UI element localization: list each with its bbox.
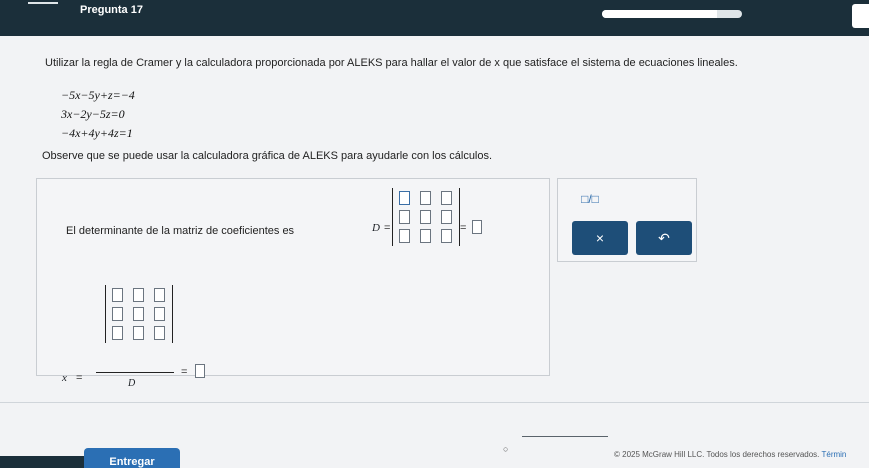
equation-1: −5x−5y+z=−4 <box>61 88 135 102</box>
numerator-matrix <box>105 285 173 343</box>
matrix-cell-1-2[interactable] <box>420 191 431 205</box>
numerator-cell-2-1[interactable] <box>112 307 123 321</box>
numerator-cell-3-2[interactable] <box>133 326 144 340</box>
numerator-cell-1-1[interactable] <box>112 288 123 302</box>
cramer-equals: = <box>76 372 83 384</box>
determinant-variable: D <box>372 222 380 234</box>
submit-button[interactable]: Entregar <box>84 448 180 468</box>
determinant-result-equals: = <box>460 222 467 234</box>
determinant-label: El determinante de la matriz de coeficie… <box>66 225 295 237</box>
cramer-result-equals: = <box>181 366 188 378</box>
matrix-cell-2-3[interactable] <box>441 210 452 224</box>
calculator-note: Observe que se puede usar la calculadora… <box>42 150 493 162</box>
undo-button[interactable]: ↶ <box>636 221 692 255</box>
scroll-indicator <box>522 436 608 437</box>
instructions: Utilizar la regla de Cramer y la calcula… <box>45 57 738 69</box>
numerator-cell-2-3[interactable] <box>154 307 165 321</box>
top-bar: Pregunta 17 <box>0 0 869 36</box>
matrix-cell-2-1[interactable] <box>399 210 410 224</box>
coefficient-matrix <box>392 188 460 246</box>
question-title: Pregunta 17 <box>80 4 143 16</box>
matrix-cell-2-2[interactable] <box>420 210 431 224</box>
numerator-cell-3-1[interactable] <box>112 326 123 340</box>
numerator-cell-3-3[interactable] <box>154 326 165 340</box>
equation-3: −4x+4y+4z=1 <box>61 126 133 140</box>
cramer-denominator: D <box>128 378 136 389</box>
equation-system: −5x−5y+z=−4 3x−2y−5z=0 −4x+4y+4z=1 <box>61 86 135 143</box>
menu-icon[interactable] <box>28 2 58 24</box>
progress-bar <box>602 10 742 18</box>
progress-fill <box>602 10 717 18</box>
fraction-line <box>96 372 174 373</box>
copyright: © 2025 McGraw Hill LLC. Todos los derech… <box>614 450 846 459</box>
clear-button[interactable]: × <box>572 221 628 255</box>
footer-bar <box>0 456 90 468</box>
copyright-text: © 2025 McGraw Hill LLC. Todos los derech… <box>614 450 820 459</box>
equation-2: 3x−2y−5z=0 <box>61 107 125 121</box>
fraction-tool-button[interactable]: □/□ <box>575 186 605 212</box>
numerator-cell-1-2[interactable] <box>133 288 144 302</box>
cramer-result-input[interactable] <box>195 364 205 378</box>
status-dot: ○ <box>503 444 509 454</box>
matrix-cell-3-3[interactable] <box>441 229 452 243</box>
numerator-cell-2-2[interactable] <box>133 307 144 321</box>
footer-divider <box>0 402 869 403</box>
numerator-cell-1-3[interactable] <box>154 288 165 302</box>
determinant-equals: = <box>384 222 391 234</box>
determinant-result-input[interactable] <box>472 220 482 234</box>
answer-panel <box>36 178 550 376</box>
matrix-cell-1-1[interactable] <box>399 191 410 205</box>
matrix-cell-3-1[interactable] <box>399 229 410 243</box>
matrix-cell-1-3[interactable] <box>441 191 452 205</box>
corner-panel[interactable] <box>852 4 869 28</box>
terms-link[interactable]: Términ <box>821 450 846 459</box>
matrix-cell-3-2[interactable] <box>420 229 431 243</box>
cramer-variable: x <box>62 372 67 384</box>
